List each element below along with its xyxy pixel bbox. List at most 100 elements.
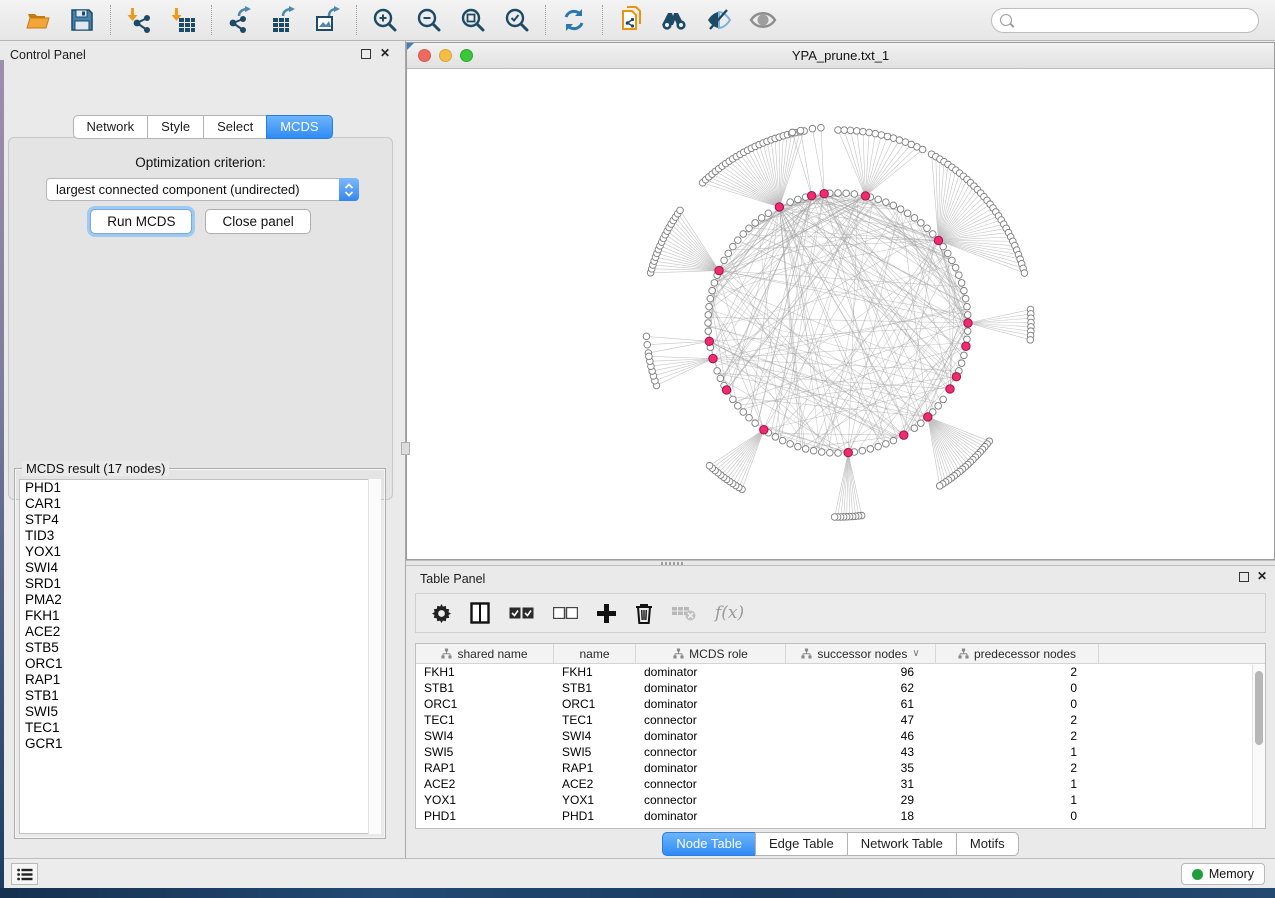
import-network-icon[interactable] [124, 5, 154, 35]
table-cell[interactable]: 18 [786, 809, 936, 823]
mcds-result-item[interactable]: PMA2 [20, 592, 380, 608]
search-input[interactable] [1018, 13, 1250, 27]
table-row[interactable]: ORC1ORC1dominator610 [416, 696, 1265, 712]
vertical-splitter-handle[interactable] [401, 442, 410, 455]
mcds-result-item[interactable]: ACE2 [20, 624, 380, 640]
tab-select[interactable]: Select [203, 115, 267, 139]
table-cell[interactable]: dominator [636, 697, 786, 711]
tab-network[interactable]: Network [72, 115, 148, 139]
table-scrollbar-thumb[interactable] [1255, 671, 1263, 745]
table-cell[interactable]: PHD1 [554, 809, 636, 823]
import-table-icon[interactable] [168, 5, 198, 35]
close-panel-icon[interactable]: ✕ [380, 47, 390, 59]
table-cell[interactable]: 1 [936, 793, 1099, 807]
node-table[interactable]: shared namenameMCDS rolesuccessor nodes∨… [415, 643, 1266, 829]
float-panel-icon[interactable] [361, 49, 371, 59]
zoom-out-icon[interactable] [414, 5, 444, 35]
mcds-result-item[interactable]: SWI5 [20, 704, 380, 720]
show-graphics-details-icon[interactable] [748, 5, 778, 35]
table-cell[interactable]: RAP1 [554, 761, 636, 775]
table-cell[interactable]: 2 [936, 729, 1099, 743]
mcds-result-item[interactable]: TID3 [20, 528, 380, 544]
mcds-result-item[interactable]: YOX1 [20, 544, 380, 560]
table-row[interactable]: RAP1RAP1dominator352 [416, 760, 1265, 776]
table-cell[interactable]: ORC1 [554, 697, 636, 711]
table-cell[interactable]: dominator [636, 761, 786, 775]
tab-motifs[interactable]: Motifs [956, 832, 1019, 856]
mcds-result-item[interactable]: PHD1 [20, 480, 380, 496]
table-cell[interactable]: YOX1 [554, 793, 636, 807]
table-row[interactable]: STB1STB1dominator620 [416, 680, 1265, 696]
table-cell[interactable]: 47 [786, 713, 936, 727]
table-cell[interactable]: SWI5 [554, 745, 636, 759]
table-cell[interactable]: FKH1 [416, 665, 554, 679]
table-cell[interactable]: SWI4 [554, 729, 636, 743]
table-cell[interactable]: SWI5 [416, 745, 554, 759]
search-networks-icon[interactable] [660, 5, 690, 35]
splitter-handle[interactable] [661, 562, 683, 565]
tab-mcds[interactable]: MCDS [266, 115, 332, 139]
table-cell[interactable]: RAP1 [416, 761, 554, 775]
table-row[interactable]: TEC1TEC1connector472 [416, 712, 1265, 728]
frame-resize-corner[interactable] [407, 43, 414, 50]
refresh-icon[interactable] [559, 5, 589, 35]
network-frame-titlebar[interactable]: YPA_prune.txt_1 [407, 43, 1274, 69]
table-cell[interactable]: 0 [936, 697, 1099, 711]
table-row[interactable]: SWI4SWI4dominator462 [416, 728, 1265, 744]
table-cell[interactable]: 31 [786, 777, 936, 791]
table-cell[interactable]: 0 [936, 809, 1099, 823]
zoom-fit-icon[interactable] [458, 5, 488, 35]
table-row[interactable]: PHD1PHD1dominator180 [416, 808, 1265, 824]
mcds-result-item[interactable]: STB1 [20, 688, 380, 704]
add-column-icon[interactable] [597, 601, 616, 625]
table-cell[interactable]: ACE2 [554, 777, 636, 791]
column-header-shared-name[interactable]: shared name [416, 644, 554, 663]
table-cell[interactable]: dominator [636, 665, 786, 679]
save-session-icon[interactable] [67, 5, 97, 35]
mcds-result-item[interactable]: ORC1 [20, 656, 380, 672]
table-cell[interactable]: 2 [936, 713, 1099, 727]
table-cell[interactable]: 1 [936, 745, 1099, 759]
table-cell[interactable]: STB1 [554, 681, 636, 695]
task-history-button[interactable] [11, 863, 38, 885]
table-cell[interactable]: TEC1 [416, 713, 554, 727]
table-cell[interactable]: ORC1 [416, 697, 554, 711]
memory-button[interactable]: Memory [1181, 863, 1265, 885]
hide-annotations-icon[interactable] [704, 5, 734, 35]
table-cell[interactable]: connector [636, 713, 786, 727]
table-cell[interactable]: dominator [636, 809, 786, 823]
zoom-selected-icon[interactable] [502, 5, 532, 35]
table-cell[interactable]: 29 [786, 793, 936, 807]
mcds-result-item[interactable]: CAR1 [20, 496, 380, 512]
table-cell[interactable]: FKH1 [554, 665, 636, 679]
table-cell[interactable]: 2 [936, 761, 1099, 775]
show-column-icon[interactable] [470, 601, 490, 625]
mcds-result-item[interactable]: STP4 [20, 512, 380, 528]
network-search-field[interactable] [991, 8, 1259, 33]
run-mcds-button[interactable]: Run MCDS [90, 209, 192, 234]
table-cell[interactable]: connector [636, 777, 786, 791]
table-cell[interactable]: 62 [786, 681, 936, 695]
tab-edge-table[interactable]: Edge Table [755, 832, 848, 856]
settings-gear-icon[interactable] [432, 601, 451, 625]
network-canvas[interactable] [407, 69, 1274, 559]
table-cell[interactable]: 2 [936, 665, 1099, 679]
column-header-predecessor-nodes[interactable]: predecessor nodes [936, 644, 1099, 663]
table-row[interactable]: FKH1FKH1dominator962 [416, 664, 1265, 680]
table-cell[interactable]: 61 [786, 697, 936, 711]
table-cell[interactable]: connector [636, 745, 786, 759]
close-table-panel-icon[interactable]: ✕ [1257, 570, 1267, 582]
mcds-result-item[interactable]: RAP1 [20, 672, 380, 688]
table-cell[interactable]: connector [636, 793, 786, 807]
table-cell[interactable]: 1 [936, 777, 1099, 791]
select-all-checkboxes-icon[interactable] [509, 601, 534, 625]
mcds-result-item[interactable]: SWI4 [20, 560, 380, 576]
table-cell[interactable]: ACE2 [416, 777, 554, 791]
mcds-list-scrollbar[interactable] [368, 479, 381, 834]
table-cell[interactable]: 96 [786, 665, 936, 679]
table-cell[interactable]: dominator [636, 729, 786, 743]
close-panel-button[interactable]: Close panel [205, 209, 310, 234]
tab-node-table[interactable]: Node Table [662, 832, 756, 856]
delete-column-icon[interactable] [635, 601, 653, 625]
clone-network-icon[interactable] [616, 5, 646, 35]
